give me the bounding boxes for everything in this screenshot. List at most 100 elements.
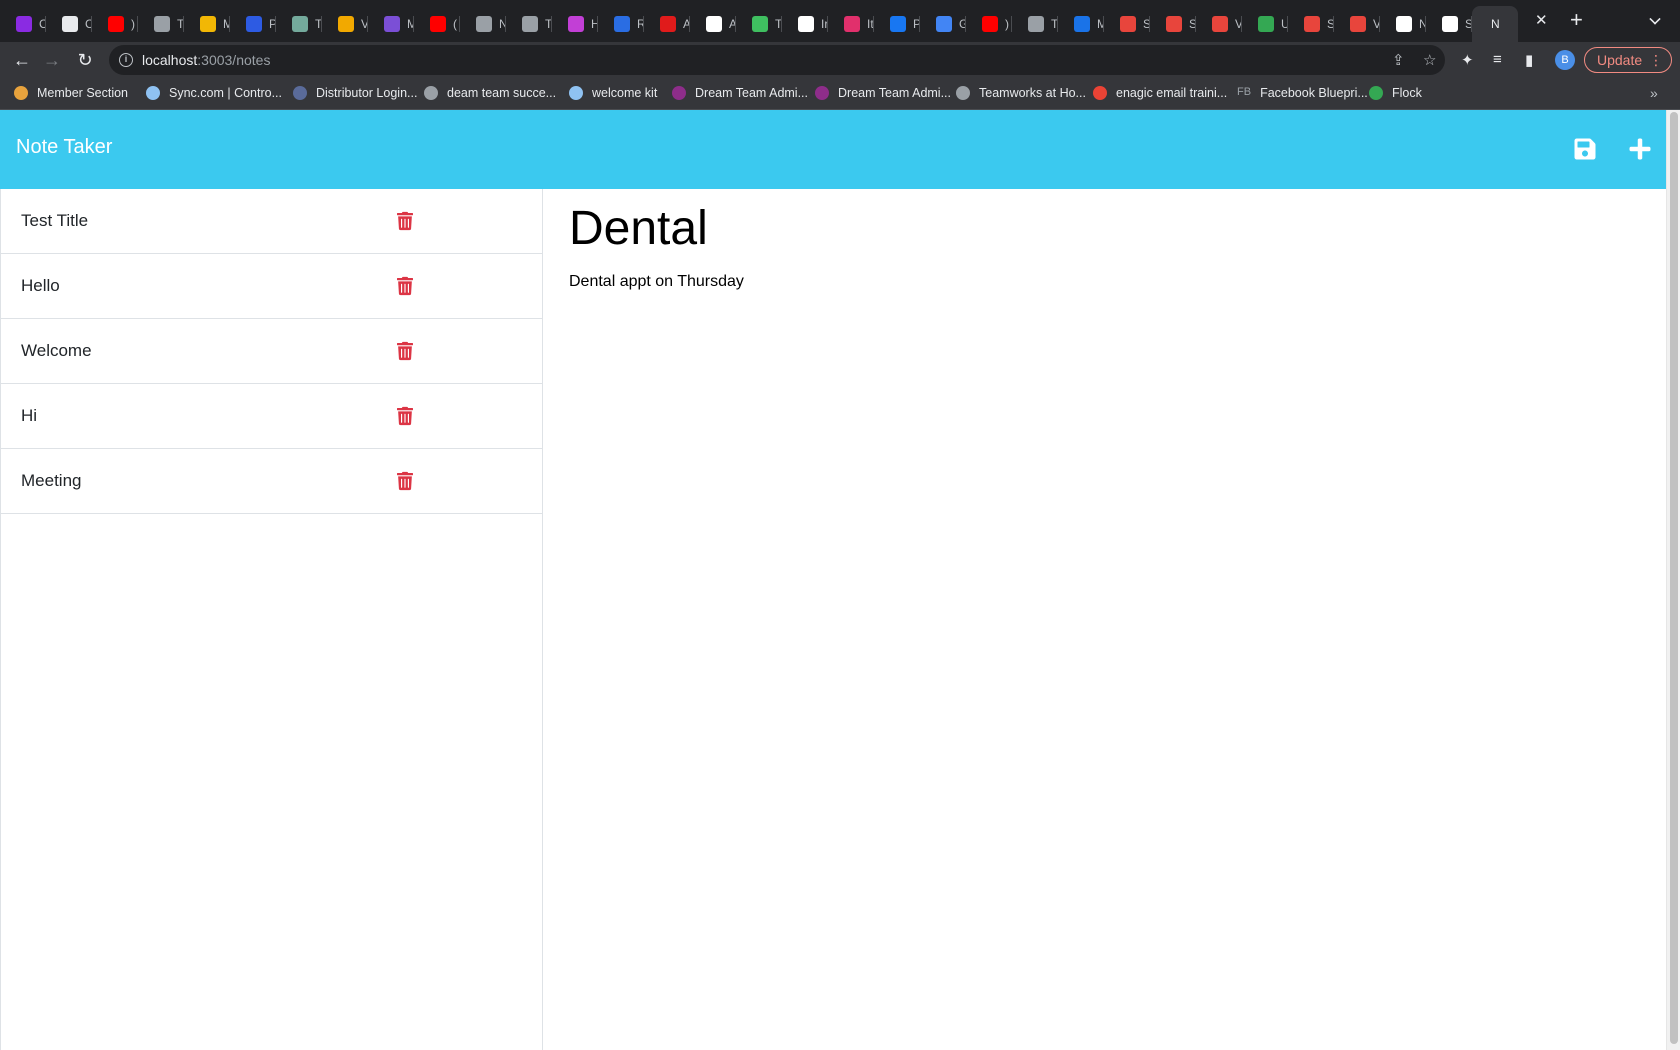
bookmark-item[interactable]: Member Section (14, 86, 128, 100)
browser-tab[interactable]: T (138, 6, 184, 42)
reload-button[interactable]: ↻ (75, 50, 95, 70)
note-list-title[interactable]: Test Title (21, 211, 88, 231)
tab-title: H (591, 17, 598, 31)
bookmark-item[interactable]: FB Facebook Bluepri... (1237, 86, 1368, 100)
bookmark-favicon-icon (293, 86, 307, 100)
browser-tab[interactable]: It (828, 6, 874, 42)
note-list-item[interactable]: Meeting (1, 449, 542, 514)
app-brand[interactable]: Note Taker (16, 136, 112, 159)
browser-tab[interactable]: M (368, 6, 414, 42)
browser-tab[interactable]: Ir (782, 6, 828, 42)
bookmark-item[interactable]: Teamworks at Ho... (956, 86, 1086, 100)
more-bookmarks-icon[interactable]: » (1650, 85, 1658, 101)
note-list-title[interactable]: Hi (21, 406, 37, 426)
bookmark-item[interactable]: welcome kit (569, 86, 657, 100)
browser-tab[interactable]: R (598, 6, 644, 42)
note-list-item[interactable]: Welcome (1, 319, 542, 384)
browser-tab[interactable]: S (1288, 6, 1334, 42)
browser-tab[interactable]: G (920, 6, 966, 42)
note-list-item[interactable]: Test Title (1, 189, 542, 254)
close-tab-icon[interactable]: ✕ (1535, 13, 1548, 28)
tab-favicon-icon (292, 16, 308, 32)
update-label: Update (1597, 52, 1643, 68)
browser-tab[interactable]: C (46, 6, 92, 42)
profile-avatar[interactable]: B (1555, 50, 1575, 70)
browser-tab[interactable]: ( (414, 6, 460, 42)
note-list-item[interactable]: Hi (1, 384, 542, 449)
trash-icon[interactable] (397, 341, 413, 361)
bookmark-item[interactable]: enagic email traini... (1093, 86, 1227, 100)
bookmark-favicon-icon (956, 86, 970, 100)
bookmark-label: enagic email traini... (1116, 86, 1228, 100)
tab-title: A (683, 17, 690, 31)
browser-tab[interactable]: V (1334, 6, 1380, 42)
browser-tab[interactable]: H (552, 6, 598, 42)
tab-title: M (1097, 17, 1104, 31)
address-bar[interactable]: i localhost:3003/notes ⇪ ☆ (109, 45, 1445, 75)
menu-dots-icon[interactable]: ⋮ (1649, 48, 1663, 72)
trash-icon[interactable] (397, 276, 413, 296)
browser-tab[interactable]: T (1012, 6, 1058, 42)
plus-icon[interactable] (1628, 137, 1652, 161)
browser-tab[interactable]: M (1058, 6, 1104, 42)
save-icon[interactable] (1573, 137, 1597, 161)
trash-icon[interactable] (397, 406, 413, 426)
tab-title: P (269, 17, 276, 31)
browser-tab[interactable]: S (1426, 6, 1472, 42)
browser-tab[interactable]: C (0, 6, 46, 42)
browser-tab[interactable]: S (1150, 6, 1196, 42)
browser-tab-active[interactable]: N (1472, 6, 1518, 42)
tab-title: ( (453, 17, 457, 31)
page-scrollbar[interactable] (1666, 110, 1680, 1050)
note-list-title[interactable]: Welcome (21, 341, 92, 361)
bookmark-item[interactable]: Flock (1369, 86, 1422, 100)
browser-tab[interactable]: V (322, 6, 368, 42)
browser-tab[interactable]: P (874, 6, 920, 42)
site-info-icon[interactable]: i (119, 53, 133, 67)
share-icon[interactable]: ⇪ (1392, 51, 1405, 69)
bookmark-item[interactable]: Dream Team Admi... (815, 86, 951, 100)
trash-icon[interactable] (397, 211, 413, 231)
note-title-field[interactable]: Dental (569, 201, 708, 256)
browser-tab[interactable]: ) (966, 6, 1012, 42)
note-list-title[interactable]: Meeting (21, 471, 81, 491)
side-panel-icon[interactable]: ▮ (1525, 51, 1533, 69)
forward-button[interactable]: → (42, 50, 62, 70)
tab-favicon-icon (338, 16, 354, 32)
bookmark-item[interactable]: deam team succe... (424, 86, 556, 100)
bookmark-star-icon[interactable]: ☆ (1423, 51, 1436, 69)
bookmark-item[interactable]: Sync.com | Contro... (146, 86, 282, 100)
tab-favicon-icon (798, 16, 814, 32)
note-text-field[interactable]: Dental appt on Thursday (569, 273, 744, 291)
tab-search-chevron-icon[interactable] (1649, 13, 1661, 25)
update-button[interactable]: Update ⋮ (1584, 47, 1672, 73)
media-control-icon[interactable]: ≡ (1493, 51, 1502, 68)
browser-tab[interactable]: M (184, 6, 230, 42)
browser-tab[interactable]: U (1242, 6, 1288, 42)
tab-favicon-icon (1304, 16, 1320, 32)
bookmark-item[interactable]: Dream Team Admi... (672, 86, 808, 100)
browser-tab[interactable]: T (276, 6, 322, 42)
browser-tab[interactable]: N (1380, 6, 1426, 42)
browser-tab[interactable]: V (1196, 6, 1242, 42)
bookmark-item[interactable]: Distributor Login... (293, 86, 417, 100)
new-tab-button[interactable]: + (1570, 9, 1583, 31)
tab-list: C C) T M P T V M (N T H R A A T Ir It P G) T M S S V U S V N S N (0, 6, 1518, 42)
browser-tab[interactable]: S (1104, 6, 1150, 42)
note-list-item[interactable]: Hello (1, 254, 542, 319)
note-list-title[interactable]: Hello (21, 276, 60, 296)
trash-icon[interactable] (397, 471, 413, 491)
browser-tab[interactable]: A (644, 6, 690, 42)
browser-tab[interactable]: P (230, 6, 276, 42)
browser-tab[interactable]: ) (92, 6, 138, 42)
browser-tab[interactable]: A (690, 6, 736, 42)
browser-tab[interactable]: T (736, 6, 782, 42)
tab-title: S (1465, 17, 1472, 31)
bookmark-label: deam team succe... (447, 86, 557, 100)
back-button[interactable]: ← (12, 50, 32, 70)
bookmark-favicon-icon (146, 86, 160, 100)
browser-tab[interactable]: T (506, 6, 552, 42)
extensions-icon[interactable]: ✦ (1461, 51, 1474, 69)
scrollbar-thumb[interactable] (1670, 112, 1678, 1044)
browser-tab[interactable]: N (460, 6, 506, 42)
